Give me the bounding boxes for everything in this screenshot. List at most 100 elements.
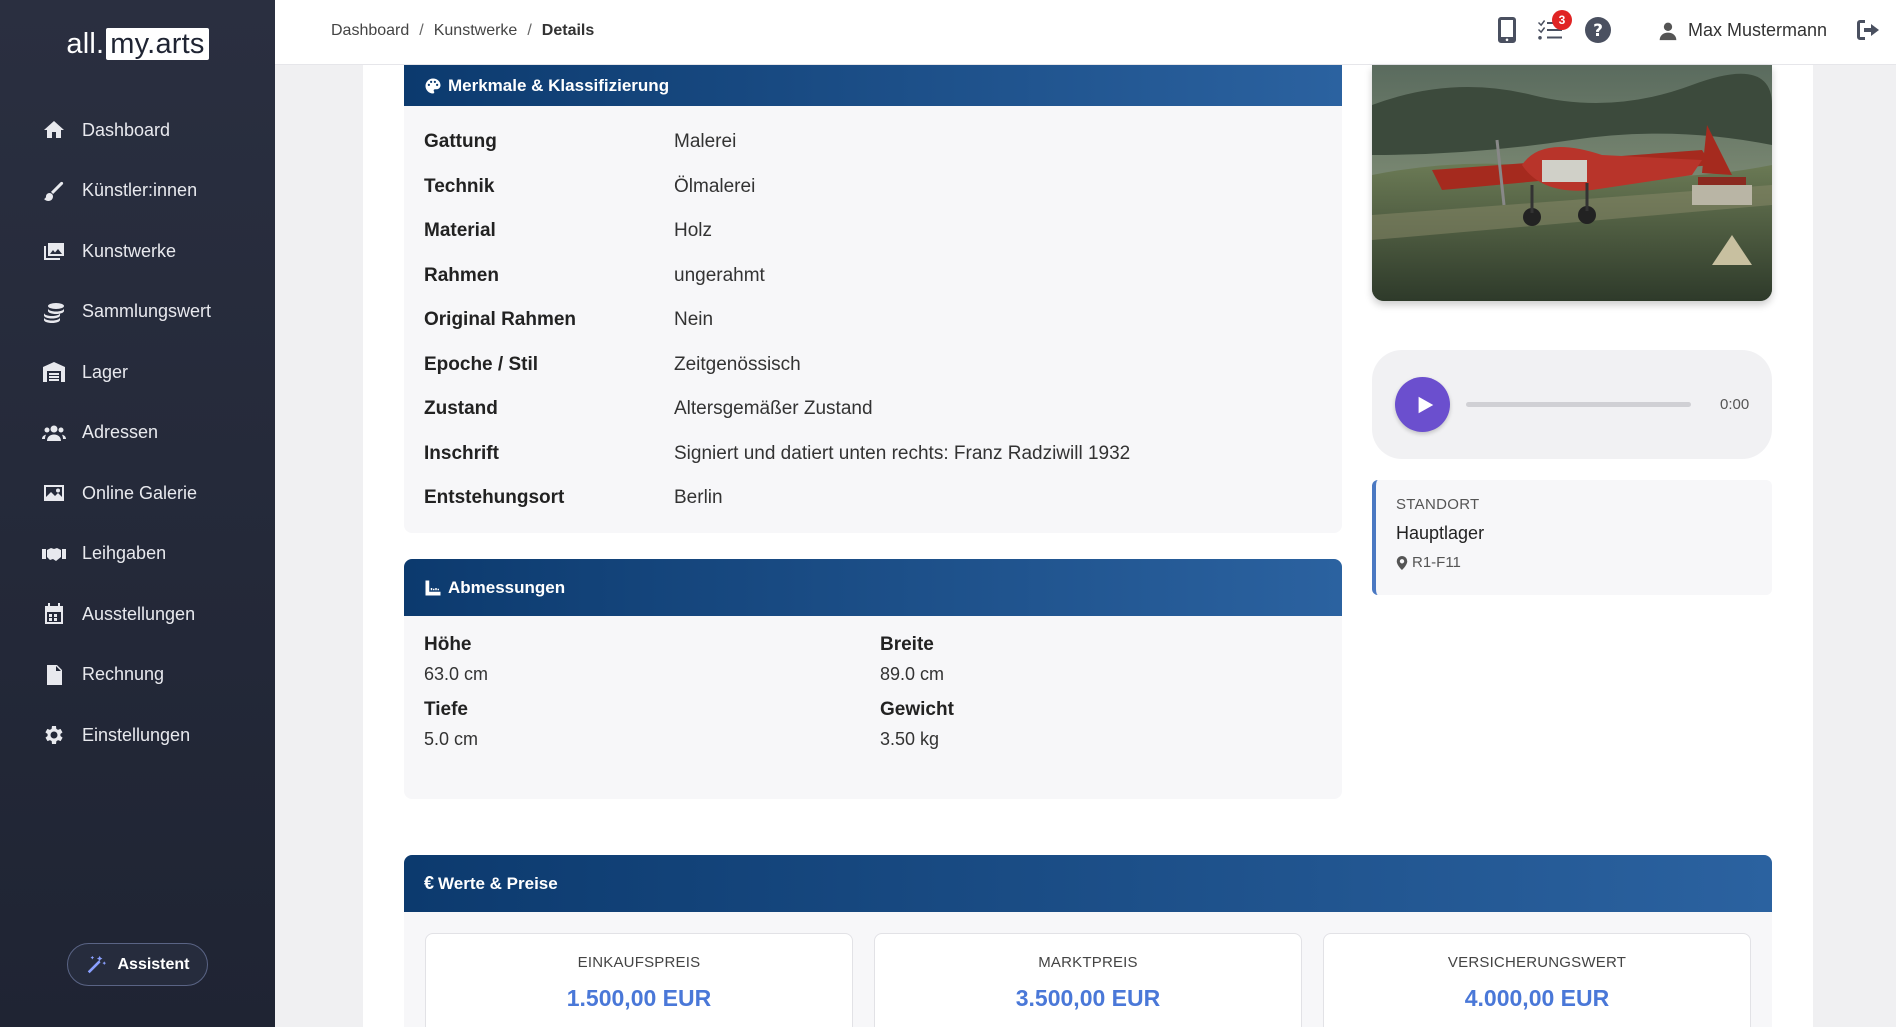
mobile-button[interactable] xyxy=(1491,14,1523,46)
sidebar-item-label: Künstler:innen xyxy=(82,180,198,201)
artwork-image[interactable] xyxy=(1372,65,1772,301)
dimension-key: Tiefe xyxy=(424,699,469,720)
images-icon xyxy=(44,243,64,261)
tasks-badge: 3 xyxy=(1552,10,1572,30)
sidebar-item-ausstellungen[interactable]: Ausstellungen xyxy=(0,584,275,645)
prices-header: € Werte & Preise xyxy=(404,855,1772,912)
price-label: MARKTPREIS xyxy=(1038,954,1138,971)
logout-icon xyxy=(1857,20,1879,40)
assistant-label: Assistent xyxy=(117,955,190,973)
features-card: Merkmale & Klassifizierung Gattung Malere… xyxy=(404,65,1342,533)
sidebar-item-sammlungswert[interactable]: Sammlungswert xyxy=(0,282,275,343)
feature-value: Malerei xyxy=(674,131,737,153)
feature-value: Nein xyxy=(674,309,714,331)
audio-player: 0:00 xyxy=(1372,350,1772,459)
feature-value: Berlin xyxy=(674,487,723,509)
svg-text:?: ? xyxy=(1593,21,1603,41)
brush-icon xyxy=(44,181,64,201)
sidebar-nav: Dashboard Künstler:innen Kunstwerke Samm… xyxy=(0,100,275,766)
sidebar-item-label: Einstellungen xyxy=(82,724,191,745)
audio-progress-track[interactable] xyxy=(1466,402,1691,407)
feature-value: Ölmalerei xyxy=(674,175,756,197)
location-code-row: R1-F11 xyxy=(1396,554,1752,571)
sidebar-item-label: Lager xyxy=(82,361,129,382)
feature-value: ungerahmt xyxy=(674,264,765,286)
feature-value: Holz xyxy=(674,220,713,242)
sidebar-item-online-galerie[interactable]: Online Galerie xyxy=(0,463,275,524)
dimension-key: Gewicht xyxy=(880,699,954,720)
sidebar-item-label: Leihgaben xyxy=(82,543,167,564)
logo-left: all. xyxy=(66,28,105,60)
sidebar-item-kuenstler[interactable]: Künstler:innen xyxy=(0,161,275,222)
palette-icon xyxy=(425,78,441,93)
gear-icon xyxy=(45,726,63,745)
features-title: Merkmale & Klassifizierung xyxy=(448,75,670,95)
sidebar: all. my.arts Dashboard Künstler:innen Kun… xyxy=(0,0,275,1027)
features-table: Gattung Malerei Technik Ölmalerei Material… xyxy=(404,106,1342,533)
tasks-button[interactable]: 3 xyxy=(1534,10,1572,46)
prices-card: € Werte & Preise EINKAUFSPREIS 1.500,00 … xyxy=(404,855,1772,1027)
user-menu[interactable]: Max Mustermann xyxy=(1658,20,1827,41)
feature-row: Entstehungsort Berlin xyxy=(424,476,1322,521)
feature-row: Original Rahmen Nein xyxy=(424,298,1322,343)
image-icon xyxy=(44,485,64,502)
sidebar-item-lager[interactable]: Lager xyxy=(0,342,275,403)
price-purchase: EINKAUFSPREIS 1.500,00 EUR xyxy=(425,933,853,1027)
price-market: MARKTPREIS 3.500,00 EUR xyxy=(874,933,1302,1027)
location-card: STANDORT Hauptlager R1-F11 xyxy=(1372,480,1772,595)
feature-row: Epoche / Stil Zeitgenössisch xyxy=(424,343,1322,388)
map-pin-icon xyxy=(1396,555,1408,570)
breadcrumb-current: Details xyxy=(541,22,595,39)
play-button[interactable] xyxy=(1395,377,1450,432)
dimension-value: 89.0 cm xyxy=(880,664,945,684)
ruler-icon xyxy=(425,580,441,595)
sidebar-item-label: Rechnung xyxy=(82,664,165,685)
user-icon xyxy=(1659,22,1677,40)
dimensions-grid: Höhe 63.0 cm Breite 89.0 cm Tiefe 5.0 cm Ge… xyxy=(404,616,1342,768)
dimension-height: Höhe 63.0 cm xyxy=(424,634,880,685)
calendar-icon xyxy=(45,603,63,625)
breadcrumb-dashboard[interactable]: Dashboard xyxy=(331,22,409,39)
sidebar-item-rechnung[interactable]: Rechnung xyxy=(0,645,275,706)
feature-value: Altersgemäßer Zustand xyxy=(674,398,873,420)
feature-row: Zustand Altersgemäßer Zustand xyxy=(424,387,1322,432)
features-header: Merkmale & Klassifizierung xyxy=(404,65,1342,106)
help-button[interactable]: ? xyxy=(1582,14,1614,46)
dimension-key: Höhe xyxy=(424,634,472,655)
users-icon xyxy=(42,425,66,441)
price-value: 1.500,00 EUR xyxy=(566,985,712,1011)
feature-key: Technik xyxy=(424,175,495,197)
sidebar-item-einstellungen[interactable]: Einstellungen xyxy=(0,705,275,766)
play-icon xyxy=(1418,396,1433,413)
feature-key: Inschrift xyxy=(424,442,499,464)
coins-icon xyxy=(44,302,64,323)
location-name: Hauptlager xyxy=(1396,523,1485,543)
sidebar-item-adressen[interactable]: Adressen xyxy=(0,403,275,464)
price-label: EINKAUFSPREIS xyxy=(577,954,701,971)
feature-key: Gattung xyxy=(424,131,497,153)
prices-title: Werte & Preise xyxy=(438,873,558,893)
dimension-weight: Gewicht 3.50 kg xyxy=(880,699,1336,750)
sidebar-item-label: Kunstwerke xyxy=(82,240,177,261)
sidebar-item-kunstwerke[interactable]: Kunstwerke xyxy=(0,221,275,282)
help-icon: ? xyxy=(1585,17,1611,43)
feature-key: Entstehungsort xyxy=(424,487,565,509)
location-code: R1-F11 xyxy=(1412,554,1461,571)
sidebar-item-label: Dashboard xyxy=(82,119,171,140)
feature-row: Material Holz xyxy=(424,209,1322,254)
feature-key: Zustand xyxy=(424,398,498,420)
feature-row: Technik Ölmalerei xyxy=(424,165,1322,210)
sidebar-item-dashboard[interactable]: Dashboard xyxy=(0,100,275,161)
warehouse-icon xyxy=(43,362,65,383)
feature-row: Rahmen ungerahmt xyxy=(424,254,1322,299)
assistant-button[interactable]: Assistent xyxy=(67,943,208,986)
home-icon xyxy=(44,121,64,139)
price-value: 4.000,00 EUR xyxy=(1464,985,1610,1011)
price-value: 3.500,00 EUR xyxy=(1015,985,1161,1011)
sidebar-item-leihgaben[interactable]: Leihgaben xyxy=(0,524,275,585)
breadcrumb-kunstwerke[interactable]: Kunstwerke xyxy=(434,22,518,39)
app-logo[interactable]: all. my.arts xyxy=(0,28,275,61)
sidebar-item-label: Ausstellungen xyxy=(82,603,196,624)
logout-button[interactable] xyxy=(1852,14,1884,46)
handshake-icon xyxy=(42,547,66,561)
